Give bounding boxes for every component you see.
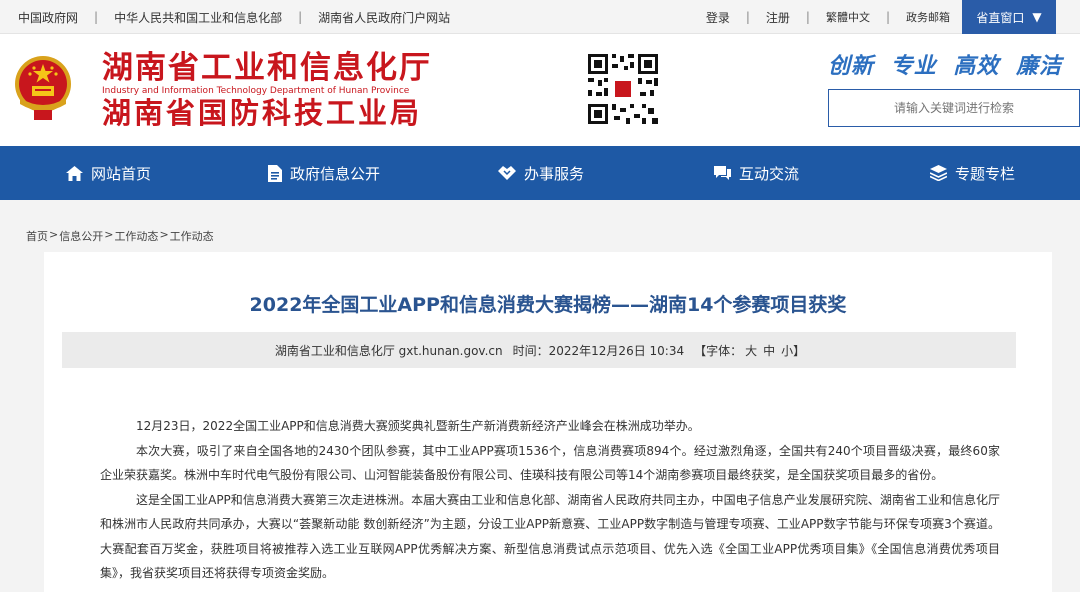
home-icon xyxy=(66,165,83,181)
document-icon xyxy=(268,164,282,182)
separator: | xyxy=(745,10,750,24)
link-hunan-gov[interactable]: 湖南省人民政府门户网站 xyxy=(318,9,450,26)
external-links: 中国政府网 | 中华人民共和国工业和信息化部 | 湖南省人民政府门户网站 xyxy=(18,0,450,34)
font-size-large[interactable]: 大 xyxy=(745,342,757,359)
search-box xyxy=(828,89,1080,127)
article-meta: 湖南省工业和信息化厅 gxt.hunan.gov.cn 时间：2022年12月2… xyxy=(62,332,1016,368)
separator: | xyxy=(885,10,890,24)
article-paragraph: 12月23日，2022全国工业APP和信息消费大赛颁奖典礼暨新生产新消费新经济产… xyxy=(136,419,700,433)
national-emblem-icon[interactable] xyxy=(12,54,74,122)
nav-item-gov-info[interactable]: 政府信息公开 xyxy=(268,146,380,200)
article-paragraph: 本次大赛，吸引了来自全国各地的2430个团队参赛，其中工业APP赛项1536个，… xyxy=(100,443,1000,483)
site-title-block: 湖南省工业和信息化厅 Industry and Information Tech… xyxy=(102,50,432,129)
nav-item-label: 网站首页 xyxy=(91,164,152,183)
breadcrumb-home[interactable]: 首页 xyxy=(26,228,48,244)
font-size-medium[interactable]: 中 xyxy=(763,342,775,359)
breadcrumb-work-current[interactable]: 工作动态 xyxy=(170,228,214,244)
article-time: 时间：2022年12月26日 10:34 xyxy=(512,343,685,358)
user-links: 登录 | 注册 | 繁體中文 | 政务邮箱 xyxy=(706,0,950,34)
slogan-word: 专业 xyxy=(890,54,937,79)
slogan-word: 创新 xyxy=(828,54,875,79)
nav-item-label: 政府信息公开 xyxy=(290,164,381,183)
search-input[interactable] xyxy=(829,90,1079,126)
nav-item-home[interactable]: 网站首页 xyxy=(66,146,151,200)
article-body: 12月23日，2022全国工业APP和信息消费大赛颁奖典礼暨新生产新消费新经济产… xyxy=(100,414,1000,586)
breadcrumb-info[interactable]: 信息公开 xyxy=(59,228,103,244)
slogan: 创新 专业 高效 廉洁 xyxy=(828,48,1080,80)
slogan-word: 廉洁 xyxy=(1016,54,1063,79)
breadcrumb-work[interactable]: 工作动态 xyxy=(114,228,158,244)
article-paragraph: 这是全国工业APP和信息消费大赛第三次走进株洲。本届大赛由工业和信息化部、湖南省… xyxy=(100,492,1000,581)
layers-icon xyxy=(930,165,947,181)
qr-code-icon xyxy=(586,52,660,126)
article-title: 2022年全国工业APP和信息消费大赛揭榜——湖南14个参赛项目获奖 xyxy=(249,294,847,316)
separator: | xyxy=(298,10,303,24)
window-btn-label: 省直窗口 xyxy=(976,10,1025,25)
slogan-word: 高效 xyxy=(953,54,1000,79)
article-source: 湖南省工业和信息化厅 gxt.hunan.gov.cn xyxy=(274,343,503,358)
separator: | xyxy=(94,10,99,24)
chat-icon xyxy=(714,166,731,180)
nav-item-label: 办事服务 xyxy=(524,164,585,183)
handshake-icon xyxy=(498,166,516,180)
breadcrumb-separator: > xyxy=(49,228,59,241)
link-miit[interactable]: 中华人民共和国工业和信息化部 xyxy=(114,9,282,26)
province-window-dropdown[interactable]: 省直窗口 ▼ xyxy=(962,0,1056,34)
site-title-cn2: 湖南省国防科技工业局 xyxy=(102,96,423,130)
article-panel: 2022年全国工业APP和信息消费大赛揭榜——湖南14个参赛项目获奖 湖南省工业… xyxy=(44,252,1052,592)
breadcrumb: 首页 > 信息公开 > 工作动态 > 工作动态 xyxy=(26,228,214,244)
main-nav: 网站首页 政府信息公开 办事服务 互动交流 专题专栏 xyxy=(0,146,1080,200)
font-size-small[interactable]: 小】 xyxy=(781,342,805,359)
nav-item-label: 专题专栏 xyxy=(955,164,1016,183)
separator: | xyxy=(805,10,810,24)
nav-item-services[interactable]: 办事服务 xyxy=(498,146,584,200)
top-utility-bar: 中国政府网 | 中华人民共和国工业和信息化部 | 湖南省人民政府门户网站 登录 … xyxy=(0,0,1080,34)
triangle-down-icon: ▼ xyxy=(1032,10,1042,24)
font-size-label: 【字体： xyxy=(694,343,743,358)
site-header: 湖南省工业和信息化厅 Industry and Information Tech… xyxy=(0,34,1080,146)
site-title-cn: 湖南省工业和信息化厅 xyxy=(102,50,432,86)
breadcrumb-separator: > xyxy=(104,228,114,241)
register-link[interactable]: 注册 xyxy=(766,9,790,26)
breadcrumb-separator: > xyxy=(159,228,169,241)
link-gov-cn[interactable]: 中国政府网 xyxy=(18,9,78,26)
nav-item-special[interactable]: 专题专栏 xyxy=(930,146,1015,200)
nav-item-interaction[interactable]: 互动交流 xyxy=(714,146,799,200)
nav-item-label: 互动交流 xyxy=(739,164,800,183)
login-link[interactable]: 登录 xyxy=(706,9,730,26)
gov-email-link[interactable]: 政务邮箱 xyxy=(906,9,950,25)
traditional-chinese-link[interactable]: 繁體中文 xyxy=(826,9,870,25)
